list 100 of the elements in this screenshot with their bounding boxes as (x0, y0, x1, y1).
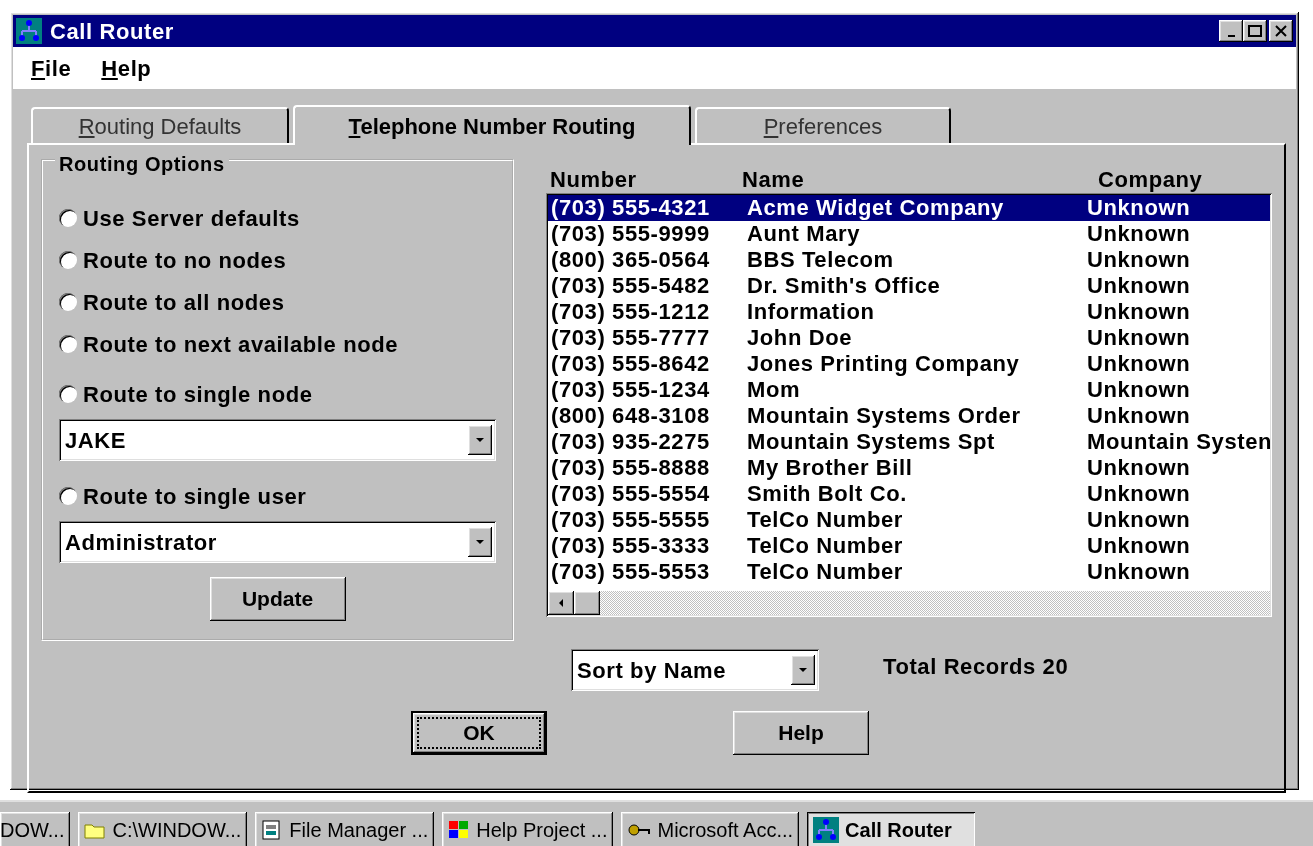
list-row[interactable]: (703) 555-8888 My Brother Bill Unknown (548, 455, 1270, 481)
list-row[interactable]: (703) 555-5482 Dr. Smith's Office Unknown (548, 273, 1270, 299)
dropdown[interactable]: JAKE (59, 419, 496, 461)
company-name: Unknown (1087, 273, 1192, 299)
column-header[interactable]: Company (1082, 163, 1272, 193)
list-row[interactable]: (703) 555-5554 Smith Bolt Co. Unknown (548, 481, 1270, 507)
tab[interactable]: Routing Defaults (31, 107, 289, 143)
radio-button[interactable] (59, 293, 77, 311)
company-name: Unknown (1087, 247, 1192, 273)
radio-button[interactable] (59, 209, 77, 227)
phone-number: (703) 555-5554 (551, 481, 711, 507)
phone-number: (800) 648-3108 (551, 403, 711, 429)
menu-item[interactable]: File (31, 51, 72, 85)
contact-name: My Brother Bill (747, 455, 914, 481)
contact-name: Smith Bolt Co. (747, 481, 908, 507)
list-row[interactable]: (703) 555-1212 Information Unknown (548, 299, 1270, 325)
radio-label[interactable]: Route to single user (83, 479, 307, 513)
dropdown[interactable]: Administrator (59, 521, 496, 563)
list-row[interactable]: (703) 555-3333 TelCo Number Unknown (548, 533, 1270, 559)
help-button[interactable]: Help (733, 711, 869, 755)
company-name: Unknown (1087, 377, 1192, 403)
list-row[interactable]: (703) 555-7777 John Doe Unknown (548, 325, 1270, 351)
phone-number: (703) 555-5555 (551, 507, 711, 533)
radio-button[interactable] (59, 385, 77, 403)
contact-name: Aunt Mary (747, 221, 861, 247)
scroll-left-icon[interactable] (548, 591, 574, 615)
list-row[interactable]: (703) 555-5555 TelCo Number Unknown (548, 507, 1270, 533)
radio-label[interactable]: Route to no nodes (83, 243, 287, 277)
network-icon (813, 817, 840, 843)
taskbar-button[interactable]: Call Router (807, 812, 976, 846)
dropdown-value: Administrator (65, 528, 218, 557)
company-name: Unknown (1087, 351, 1192, 377)
phone-number: (703) 555-5482 (551, 273, 711, 299)
radio-label[interactable]: Route to all nodes (83, 285, 285, 319)
company-name: Unknown (1087, 559, 1192, 585)
company-name: Unknown (1087, 455, 1192, 481)
taskbar-button[interactable]: Microsoft Acc... (621, 812, 800, 846)
contact-name: Dr. Smith's Office (747, 273, 942, 299)
company-name: Unknown (1087, 195, 1192, 221)
maximize-button[interactable] (1243, 20, 1267, 42)
dropdown-value: JAKE (65, 426, 127, 455)
window-tiles-icon (448, 819, 471, 841)
phone-number: (703) 555-9999 (551, 221, 711, 247)
update-button[interactable]: Update (209, 577, 346, 621)
tab[interactable]: Preferences (695, 107, 951, 143)
radio-button[interactable] (59, 335, 77, 353)
menu-item[interactable]: Help (101, 51, 152, 85)
scroll-thumb[interactable] (574, 591, 600, 615)
close-icon (1275, 25, 1287, 37)
maximize-icon (1248, 25, 1262, 37)
contact-name: John Doe (747, 325, 854, 351)
phone-number: (703) 555-7777 (551, 325, 711, 351)
minimize-button[interactable] (1219, 20, 1243, 42)
taskbar-button[interactable]: C:\WINDOW... (78, 812, 248, 846)
radio-button[interactable] (59, 251, 77, 269)
tab[interactable]: Telephone Number Routing (293, 105, 691, 145)
contact-name: Mountain Systems Order (747, 403, 1022, 429)
radio-label[interactable]: Route to next available node (83, 327, 399, 361)
radio-label[interactable]: Use Server defaults (83, 201, 300, 235)
phone-number: (800) 365-0564 (551, 247, 711, 273)
ok-button[interactable]: OK (411, 711, 547, 755)
list-row[interactable]: (703) 555-1234 Mom Unknown (548, 377, 1270, 403)
taskbar-button[interactable]: DOW... (0, 812, 71, 846)
phone-number: (703) 555-8642 (551, 351, 711, 377)
list-row[interactable]: (703) 555-4321 Acme Widget Company Unknown (548, 195, 1270, 221)
list-row[interactable]: (703) 555-5553 TelCo Number Unknown (548, 559, 1270, 585)
contact-name: TelCo Number (747, 559, 904, 585)
list-row[interactable]: (703) 555-8642 Jones Printing Company Unknown (548, 351, 1270, 377)
dropdown-value: Sort by Name (577, 656, 727, 685)
sort-dropdown[interactable]: Sort by Name (571, 649, 819, 691)
contact-name: Acme Widget Company (747, 195, 1005, 221)
taskbar-button[interactable]: Help Project ... (442, 812, 614, 846)
minimize-icon (1227, 35, 1235, 37)
radio-button[interactable] (59, 487, 77, 505)
contact-name: TelCo Number (747, 507, 904, 533)
company-name: Unknown (1087, 533, 1192, 559)
horizontal-scrollbar[interactable] (548, 591, 1270, 615)
list-row[interactable]: (800) 365-0564 BBS Telecom Unknown (548, 247, 1270, 273)
company-name: Unknown (1087, 481, 1192, 507)
record-count: Total Records 20 (883, 652, 1069, 681)
close-button[interactable] (1269, 20, 1293, 42)
taskbar-button[interactable]: File Manager ... (255, 812, 435, 846)
list-row[interactable]: (703) 555-9999 Aunt Mary Unknown (548, 221, 1270, 247)
network-icon (16, 18, 42, 44)
contact-name: Information (747, 299, 876, 325)
company-name: Unknown (1087, 507, 1192, 533)
column-header[interactable]: Number (546, 163, 742, 193)
company-name: Mountain Systen (1087, 429, 1270, 455)
company-name: Unknown (1087, 403, 1192, 429)
column-header[interactable]: Name (742, 163, 1082, 193)
contact-name: BBS Telecom (747, 247, 895, 273)
radio-label[interactable]: Route to single node (83, 377, 313, 411)
phone-number: (703) 555-5553 (551, 559, 711, 585)
phone-number: (703) 555-1234 (551, 377, 711, 403)
phone-number: (703) 935-2275 (551, 429, 711, 455)
contact-name: Mom (747, 377, 802, 403)
list-row[interactable]: (703) 935-2275 Mountain Systems Spt Mountain Systen (548, 429, 1270, 455)
list-row[interactable]: (800) 648-3108 Mountain Systems Order Unknown (548, 403, 1270, 429)
contact-name: Mountain Systems Spt (747, 429, 996, 455)
phone-number: (703) 555-4321 (551, 195, 711, 221)
